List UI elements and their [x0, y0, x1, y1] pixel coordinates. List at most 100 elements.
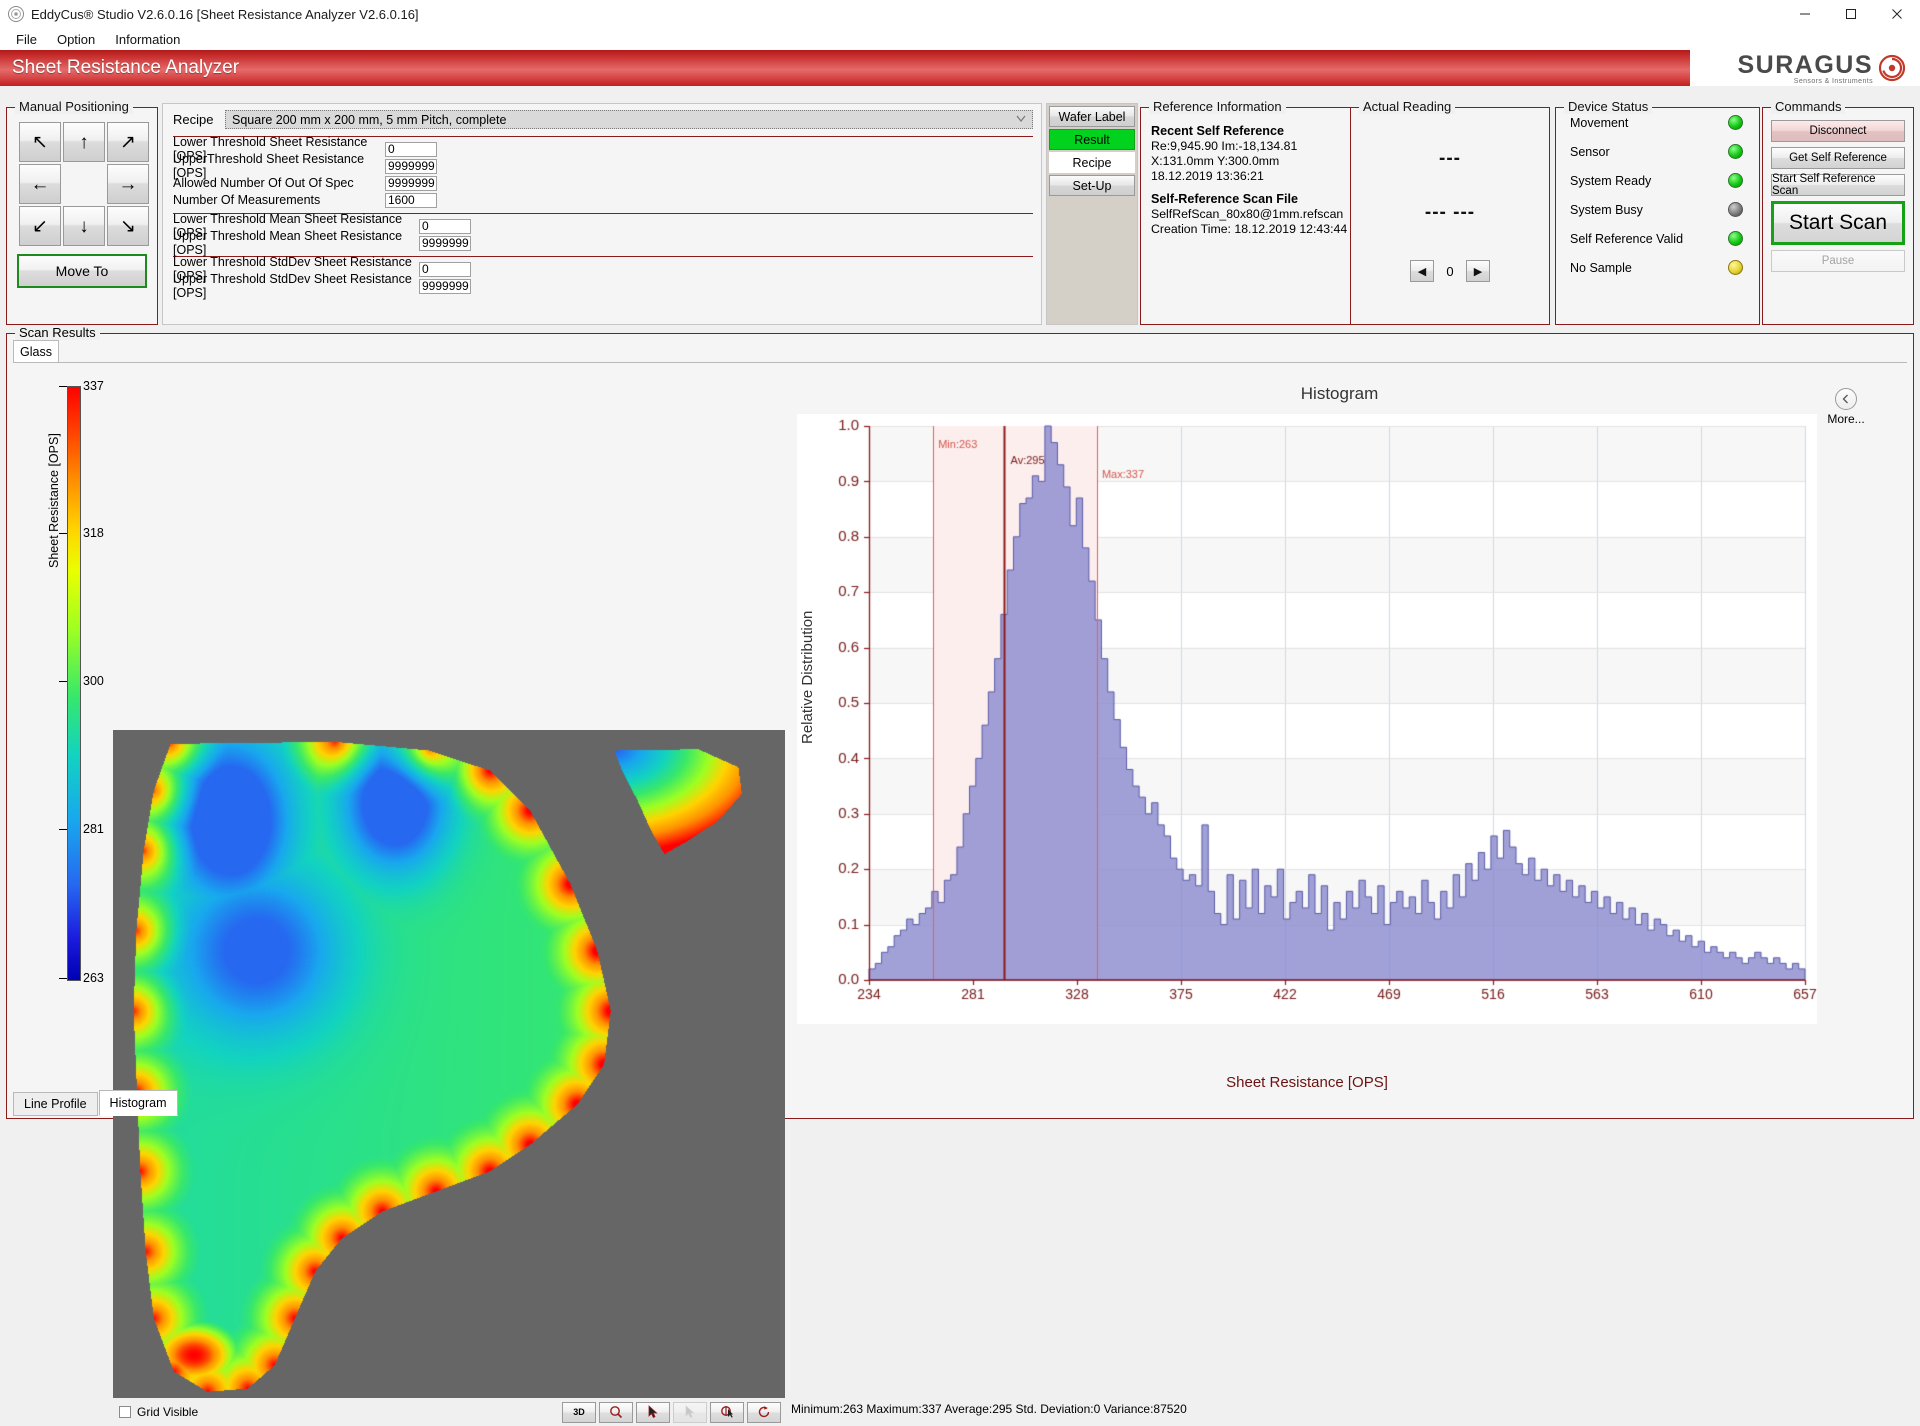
recipe-value: Square 200 mm x 200 mm, 5 mm Pitch, comp…	[232, 112, 507, 127]
divider	[13, 362, 1907, 363]
upper-threshold-stddev-input[interactable]: 9999999	[419, 278, 471, 294]
tab-wafer-label[interactable]: Wafer Label	[1049, 106, 1135, 127]
field-label: Upper Threshold StdDev Sheet Resistance …	[173, 272, 412, 300]
self-reference-file-creation-time: Creation Time: 18.12.2019 12:43:44	[1151, 222, 1348, 236]
movement-led-icon	[1728, 115, 1743, 130]
get-self-reference-button[interactable]: Get Self Reference	[1771, 147, 1905, 169]
previous-reading-button[interactable]: ◀	[1410, 260, 1434, 282]
move-down-button[interactable]: ↓	[63, 206, 105, 246]
recipe-group-c: Lower Threshold StdDev Sheet Resistance …	[163, 255, 1041, 300]
pause-button[interactable]: Pause	[1771, 250, 1905, 272]
move-up-button[interactable]: ↑	[63, 122, 105, 162]
view-3d-button[interactable]: 3D	[562, 1401, 596, 1423]
histogram-y-axis-label: Relative Distribution	[799, 610, 816, 744]
lower-threshold-stddev-input[interactable]: 0	[419, 261, 471, 277]
move-up-left-button[interactable]: ↖	[19, 122, 61, 162]
actual-reading-main-value: ---	[1439, 148, 1461, 169]
upper-threshold-sheet-resistance-input[interactable]: 9999999	[385, 158, 437, 174]
chevron-down-icon	[1016, 115, 1026, 122]
reference-information-panel: Reference Information Recent Self Refere…	[1140, 99, 1360, 325]
collapse-icon[interactable]	[1835, 388, 1857, 410]
recent-self-reference-title: Recent Self Reference	[1151, 124, 1284, 138]
page-title: Sheet Resistance Analyzer	[12, 57, 240, 78]
status-label: Self Reference Valid	[1570, 231, 1684, 246]
window-title: EddyCus® Studio V2.6.0.16 [Sheet Resista…	[31, 6, 419, 22]
number-of-measurements-input[interactable]: 1600	[385, 192, 437, 208]
actual-reading-navigation: ◀ 0 ▶	[1351, 260, 1549, 282]
tab-line-profile[interactable]: Line Profile	[13, 1092, 98, 1116]
move-up-right-button[interactable]: ↗	[107, 122, 149, 162]
lower-threshold-sheet-resistance-input[interactable]: 0	[385, 141, 437, 157]
cursor-select-icon[interactable]	[710, 1401, 744, 1423]
minimize-button[interactable]	[1782, 0, 1828, 28]
allowed-out-of-spec-input[interactable]: 9999999	[385, 175, 437, 191]
move-right-button[interactable]: →	[107, 164, 149, 204]
menu-file[interactable]: File	[6, 30, 47, 49]
brand-logo: SURAGUS Sensors & Instruments	[1690, 50, 1920, 86]
scan-statistics: Minimum:263 Maximum:337 Average:295 Std.…	[791, 1402, 1187, 1416]
colorbar-tick: 263	[83, 971, 104, 985]
suragus-spiral-icon	[1878, 54, 1906, 82]
histogram-plot[interactable]: Relative Distribution Sheet Resistance […	[797, 414, 1817, 1091]
start-self-reference-scan-button[interactable]: Start Self Reference Scan	[1771, 173, 1905, 197]
move-down-left-button[interactable]: ↙	[19, 206, 61, 246]
result-view-tabs: Line Profile Histogram	[13, 1090, 179, 1116]
commands-legend: Commands	[1771, 99, 1846, 114]
recipe-label: Recipe	[173, 112, 214, 127]
wafer-map[interactable]	[113, 730, 785, 1398]
maximize-button[interactable]	[1828, 0, 1874, 28]
histogram-canvas[interactable]	[797, 414, 1817, 1024]
move-to-button[interactable]: Move To	[17, 254, 147, 288]
menu-information[interactable]: Information	[105, 30, 190, 49]
recipe-group-b: Lower Threshold Mean Sheet Resistance [O…	[163, 212, 1041, 257]
start-scan-button[interactable]: Start Scan	[1771, 201, 1905, 245]
status-label: Movement	[1570, 115, 1629, 130]
menu-bar: File Option Information	[0, 28, 1920, 50]
reset-icon[interactable]	[747, 1401, 781, 1423]
grid-visible-label: Grid Visible	[137, 1405, 199, 1419]
more-control[interactable]: More...	[1816, 388, 1876, 426]
status-row-no-sample: No Sample	[1556, 253, 1759, 282]
field-row: Number Of Measurements 1600	[173, 192, 1031, 208]
more-label[interactable]: More...	[1816, 412, 1876, 426]
tab-histogram[interactable]: Histogram	[98, 1090, 178, 1116]
tab-set-up[interactable]: Set-Up	[1049, 175, 1135, 196]
next-reading-button[interactable]: ▶	[1466, 260, 1490, 282]
checkbox-box[interactable]	[119, 1406, 131, 1418]
pointer-icon[interactable]	[636, 1401, 670, 1423]
status-row-self-reference-valid: Self Reference Valid	[1556, 224, 1759, 253]
field-label: Number Of Measurements	[173, 193, 321, 207]
tab-glass[interactable]: Glass	[13, 340, 59, 362]
recipe-select[interactable]: Square 200 mm x 200 mm, 5 mm Pitch, comp…	[225, 110, 1033, 129]
mode-tab-strip: Wafer Label Result Recipe Set-Up	[1046, 103, 1138, 325]
system-busy-led-icon	[1728, 202, 1743, 217]
reference-information-body: Recent Self Reference Re:9,945.90 Im:-18…	[1141, 108, 1359, 237]
zoom-icon[interactable]	[599, 1401, 633, 1423]
histogram-x-axis-label: Sheet Resistance [OPS]	[1226, 1074, 1388, 1091]
upper-threshold-mean-input[interactable]: 9999999	[419, 235, 471, 251]
status-label: No Sample	[1570, 260, 1632, 275]
scan-results-legend: Scan Results	[15, 325, 100, 340]
tab-recipe[interactable]: Recipe	[1049, 152, 1135, 173]
close-button[interactable]	[1874, 0, 1920, 28]
wafer-map-canvas[interactable]	[113, 730, 785, 1398]
status-label: Sensor	[1570, 144, 1610, 159]
commands-panel: Commands Disconnect Get Self Reference S…	[1762, 99, 1914, 325]
self-reference-file-name: SelfRefScan_80x80@1mm.refscan	[1151, 207, 1344, 221]
actual-reading-panel: Actual Reading --- --- --- ◀ 0 ▶	[1350, 99, 1550, 325]
move-down-right-button[interactable]: ↘	[107, 206, 149, 246]
pointer-disabled-icon	[673, 1401, 707, 1423]
menu-option[interactable]: Option	[47, 30, 105, 49]
histogram-panel: Histogram More... Relative Distribution …	[797, 378, 1882, 1388]
status-row-sensor: Sensor	[1556, 137, 1759, 166]
brand-name: SURAGUS	[1737, 51, 1873, 79]
lower-threshold-mean-input[interactable]: 0	[419, 218, 471, 234]
move-left-button[interactable]: ←	[19, 164, 61, 204]
tab-result[interactable]: Result	[1049, 129, 1135, 150]
grid-visible-checkbox[interactable]: Grid Visible	[113, 1405, 198, 1419]
colorbar-tick: 337	[83, 379, 104, 393]
disconnect-button[interactable]: Disconnect	[1771, 120, 1905, 142]
field-row: UpperThreshold Sheet Resistance [OPS] 999…	[173, 152, 1031, 180]
self-reference-file-title: Self-Reference Scan File	[1151, 192, 1298, 206]
